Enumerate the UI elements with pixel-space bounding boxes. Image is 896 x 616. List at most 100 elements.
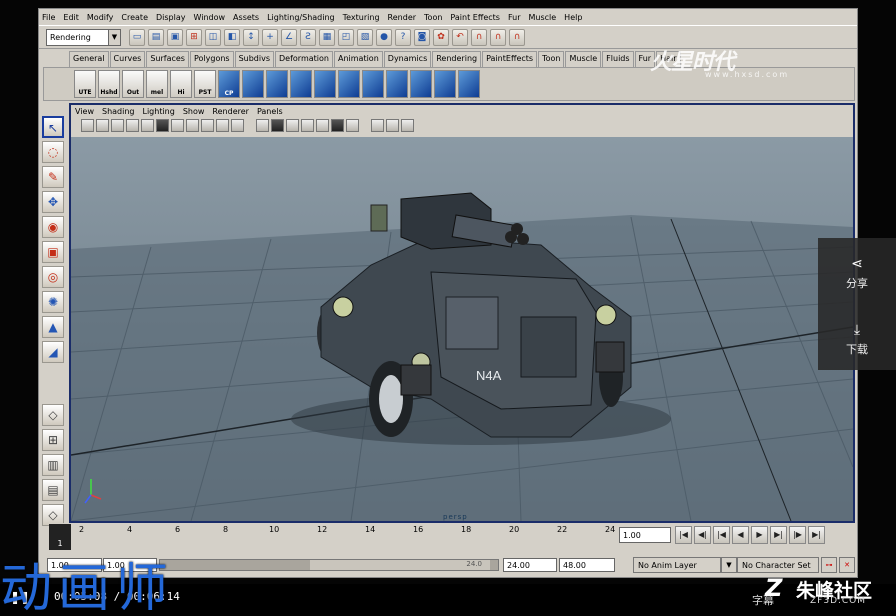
tab-animation[interactable]: Animation xyxy=(333,51,383,67)
menu-assets[interactable]: Assets xyxy=(233,13,259,22)
tab-subdivs[interactable]: Subdivs xyxy=(234,51,275,67)
shadows-icon[interactable] xyxy=(331,119,344,132)
safe-action-icon[interactable] xyxy=(216,119,229,132)
field-chart-icon[interactable] xyxy=(201,119,214,132)
isolate-icon[interactable] xyxy=(371,119,384,132)
magnet-alt-icon[interactable]: ∩ xyxy=(490,29,506,46)
download-button[interactable]: ⤓ 下载 xyxy=(818,322,896,357)
poly-boolean-icon[interactable] xyxy=(458,70,480,98)
tab-dynamics[interactable]: Dynamics xyxy=(383,51,432,67)
layout-outliner-icon[interactable]: ▤ xyxy=(42,479,64,501)
panel-menu-show[interactable]: Show xyxy=(183,107,205,117)
universal-manip-icon[interactable]: ◎ xyxy=(42,266,64,288)
range-handle[interactable]: 24.0 xyxy=(310,560,490,570)
poly-separate-icon[interactable] xyxy=(410,70,432,98)
smooth-shade-icon[interactable] xyxy=(271,119,284,132)
hypershade-icon[interactable]: ↶ xyxy=(452,29,468,46)
anim-layer-select[interactable]: No Anim Layer xyxy=(633,557,721,573)
wireframe-icon[interactable] xyxy=(256,119,269,132)
paint-select-icon[interactable]: ✎ xyxy=(42,166,64,188)
menu-file[interactable]: File xyxy=(42,13,55,22)
snap-plane-icon[interactable]: ▦ xyxy=(319,29,335,46)
poly-smooth-icon[interactable] xyxy=(362,70,384,98)
last-tool-icon[interactable]: ◢ xyxy=(42,341,64,363)
menu-render[interactable]: Render xyxy=(388,13,416,22)
shelf-button-pst[interactable]: PST xyxy=(194,70,216,98)
tab-polygons[interactable]: Polygons xyxy=(189,51,234,67)
step-forward-key-icon[interactable]: |▶ xyxy=(789,526,806,544)
go-to-start-icon[interactable]: |◀ xyxy=(675,526,692,544)
menu-fur[interactable]: Fur xyxy=(508,13,521,22)
scale-tool-icon[interactable]: ▣ xyxy=(42,241,64,263)
shelf-button-mel[interactable]: mel xyxy=(146,70,168,98)
help-icon[interactable]: ? xyxy=(395,29,411,46)
move-tool-icon[interactable]: ✥ xyxy=(42,191,64,213)
poly-bevel-icon[interactable] xyxy=(314,70,336,98)
input-ops-icon[interactable]: ▧ xyxy=(357,29,373,46)
range-track[interactable]: 24.0 xyxy=(159,559,499,571)
panel-menu-view[interactable]: View xyxy=(75,107,94,117)
open-scene-icon[interactable]: ▤ xyxy=(148,29,164,46)
step-forward-frame-icon[interactable]: ▶| xyxy=(770,526,787,544)
tab-general[interactable]: General xyxy=(69,51,109,67)
gate-mask-icon[interactable] xyxy=(186,119,199,132)
snap-curve-icon[interactable]: ∠ xyxy=(281,29,297,46)
film-gate-icon[interactable] xyxy=(156,119,169,132)
camera-frame-icon[interactable] xyxy=(401,119,414,132)
menu-display[interactable]: Display xyxy=(156,13,186,22)
tab-muscle[interactable]: Muscle xyxy=(565,51,602,67)
soft-mod-icon[interactable]: ✺ xyxy=(42,291,64,313)
camera-select-icon[interactable] xyxy=(81,119,94,132)
step-back-key-icon[interactable]: ◀| xyxy=(694,526,711,544)
menu-muscle[interactable]: Muscle xyxy=(528,13,556,22)
select-hierarchy-icon[interactable]: ⊞ xyxy=(186,29,202,46)
camera-attr-icon[interactable] xyxy=(96,119,109,132)
snap-grid-icon[interactable]: + xyxy=(262,29,278,46)
tab-curves[interactable]: Curves xyxy=(109,51,146,67)
select-component-icon[interactable]: ◧ xyxy=(224,29,240,46)
layout-single-icon[interactable]: ◇ xyxy=(42,404,64,426)
image-plane-icon[interactable] xyxy=(126,119,139,132)
menu-texturing[interactable]: Texturing xyxy=(343,13,380,22)
panel-menu-lighting[interactable]: Lighting xyxy=(142,107,174,117)
show-manip-icon[interactable]: ▲ xyxy=(42,316,64,338)
render-globals-icon[interactable]: ✿ xyxy=(433,29,449,46)
go-to-end-icon[interactable]: ▶| xyxy=(808,526,825,544)
mask-icon[interactable]: ↕ xyxy=(243,29,259,46)
menu-help[interactable]: Help xyxy=(564,13,582,22)
menu-lighting-shading[interactable]: Lighting/Shading xyxy=(267,13,335,22)
panel-menu-shading[interactable]: Shading xyxy=(102,107,135,117)
render-icon[interactable]: ● xyxy=(376,29,392,46)
select-tool-icon[interactable]: ↖ xyxy=(42,116,64,138)
play-backward-icon[interactable]: ◀ xyxy=(732,526,749,544)
panel-menu-panels[interactable]: Panels xyxy=(257,107,283,117)
select-object-icon[interactable]: ◫ xyxy=(205,29,221,46)
rotate-tool-icon[interactable]: ◉ xyxy=(42,216,64,238)
character-set-select[interactable]: No Character Set xyxy=(737,557,819,573)
tab-painteffects[interactable]: PaintEffects xyxy=(482,51,538,67)
key-icon[interactable]: ⊶ xyxy=(821,557,837,573)
poly-combine-icon[interactable] xyxy=(386,70,408,98)
safe-title-icon[interactable] xyxy=(231,119,244,132)
poly-cube-icon[interactable] xyxy=(242,70,264,98)
lights-icon[interactable] xyxy=(316,119,329,132)
shelf-button-hshd[interactable]: Hshd xyxy=(98,70,120,98)
tab-fluids[interactable]: Fluids xyxy=(602,51,634,67)
panel-menu-renderer[interactable]: Renderer xyxy=(212,107,249,117)
chevron-down-icon[interactable]: ▼ xyxy=(721,557,737,573)
tab-rendering[interactable]: Rendering xyxy=(432,51,482,67)
menu-window[interactable]: Window xyxy=(194,13,226,22)
play-forward-icon[interactable]: ▶ xyxy=(751,526,768,544)
poly-extrude-icon[interactable] xyxy=(266,70,288,98)
tab-deformation[interactable]: Deformation xyxy=(275,51,333,67)
history-icon[interactable]: ◰ xyxy=(338,29,354,46)
hud-icon[interactable] xyxy=(386,119,399,132)
menu-create[interactable]: Create xyxy=(121,13,148,22)
menu-edit[interactable]: Edit xyxy=(63,13,79,22)
layout-four-icon[interactable]: ⊞ xyxy=(42,429,64,451)
snap-point-icon[interactable]: Ƨ xyxy=(300,29,316,46)
close-icon[interactable]: ✕ xyxy=(839,557,855,573)
menu-toon[interactable]: Toon xyxy=(424,13,442,22)
resolution-gate-icon[interactable] xyxy=(171,119,184,132)
end-time-field[interactable]: 48.00 xyxy=(559,558,615,572)
